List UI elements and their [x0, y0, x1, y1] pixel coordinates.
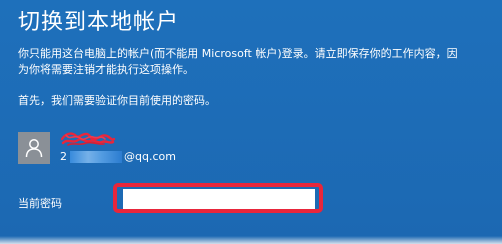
email-domain: @qq.com: [124, 150, 176, 163]
avatar: [18, 132, 50, 164]
redacted-scribble-icon: [60, 132, 116, 146]
bottom-edge: [0, 236, 502, 244]
switch-local-account-dialog: 切换到本地帐户 你只能用这台电脑上的帐户(而不能用 Microsoft 帐户)登…: [0, 0, 502, 244]
current-password-label: 当前密码: [18, 197, 62, 210]
email-prefix: 2: [60, 150, 67, 163]
user-icon: [25, 139, 43, 158]
dialog-description: 你只能用这台电脑上的帐户(而不能用 Microsoft 帐户)登录。请立即保存你…: [18, 46, 488, 78]
email-blurred-part: [70, 151, 122, 163]
account-email: 2 @qq.com: [60, 149, 176, 165]
account-name-redacted: [60, 130, 116, 148]
current-password-input[interactable]: [123, 189, 315, 209]
description-line: 你只能用这台电脑上的帐户(而不能用 Microsoft 帐户)登录。请立即保存你…: [18, 47, 458, 60]
dialog-title: 切换到本地帐户: [18, 10, 180, 35]
verify-password-text: 首先，我们需要验证你目前使用的密码。: [18, 94, 216, 107]
description-line: 为你将需要注销才能执行这项操作。: [18, 63, 194, 76]
